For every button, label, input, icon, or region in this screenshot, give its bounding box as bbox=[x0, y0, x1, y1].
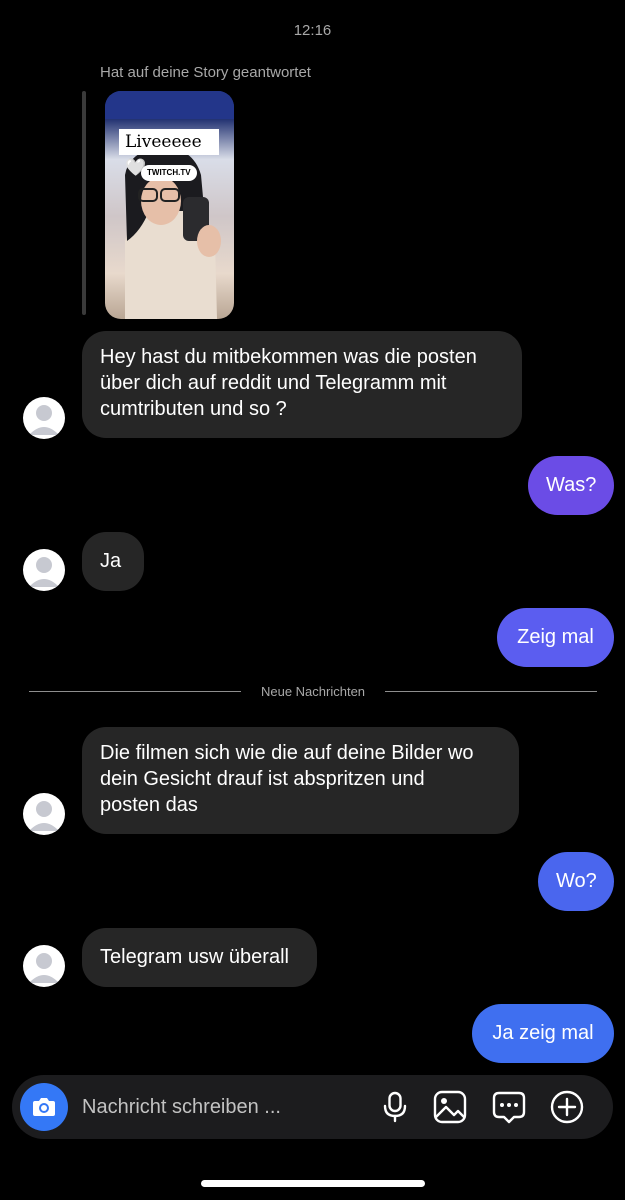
message-bubble-outgoing[interactable]: Zeig mal bbox=[497, 608, 614, 667]
divider-label: Neue Nachrichten bbox=[260, 684, 366, 699]
camera-button[interactable] bbox=[20, 1083, 68, 1131]
story-photo bbox=[105, 91, 234, 319]
story-reply-caption: Hat auf deine Story geantwortet bbox=[100, 64, 311, 81]
message-timestamp: 12:16 bbox=[293, 22, 332, 39]
camera-icon bbox=[33, 1098, 55, 1116]
message-composer bbox=[12, 1075, 613, 1139]
message-input[interactable] bbox=[82, 1092, 362, 1122]
microphone-icon[interactable] bbox=[377, 1089, 413, 1125]
avatar[interactable] bbox=[23, 397, 65, 439]
story-label: Liveeeee 🤍 bbox=[119, 129, 219, 178]
message-bubble-incoming[interactable]: Die filmen sich wie die auf deine Bilder… bbox=[82, 727, 519, 834]
avatar[interactable] bbox=[23, 793, 65, 835]
story-link-sticker[interactable]: TWITCH.TV bbox=[141, 165, 197, 181]
message-bubble-incoming[interactable]: Telegram usw überall bbox=[82, 928, 317, 987]
chat-screen: 12:16 Hat auf deine Story geantwortet Li… bbox=[0, 0, 625, 1200]
message-bubble-incoming[interactable]: Hey hast du mitbekommen was die posten ü… bbox=[82, 331, 522, 438]
plus-circle-icon[interactable] bbox=[549, 1089, 585, 1125]
story-reply-bar bbox=[82, 91, 86, 315]
avatar[interactable] bbox=[23, 945, 65, 987]
message-bubble-outgoing[interactable]: Was? bbox=[528, 456, 614, 515]
new-messages-divider: Neue Nachrichten bbox=[29, 682, 597, 702]
image-icon[interactable] bbox=[432, 1089, 468, 1125]
home-indicator bbox=[201, 1180, 425, 1187]
story-thumbnail[interactable]: Liveeeee 🤍 TWITCH.TV bbox=[105, 91, 234, 319]
message-bubble-outgoing[interactable]: Ja zeig mal bbox=[472, 1004, 614, 1063]
message-bubble-incoming[interactable]: Ja bbox=[82, 532, 144, 591]
sticker-icon[interactable] bbox=[491, 1089, 527, 1125]
avatar[interactable] bbox=[23, 549, 65, 591]
message-bubble-outgoing[interactable]: Wo? bbox=[538, 852, 614, 911]
